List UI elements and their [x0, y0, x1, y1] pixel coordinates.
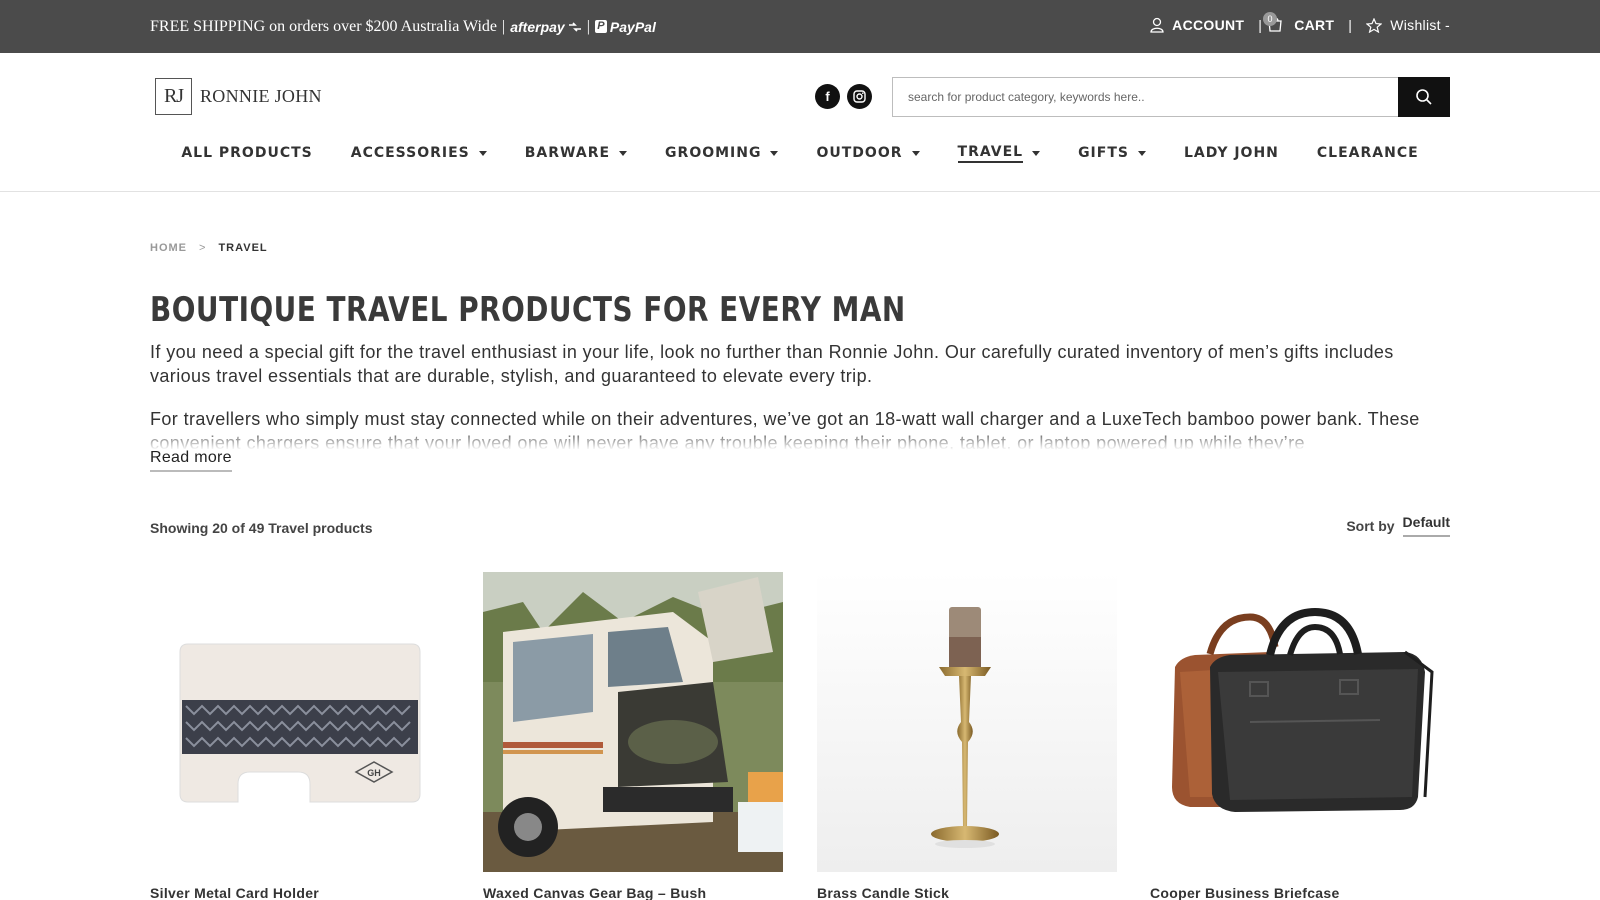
nav-all-products[interactable]: ALL PRODUCTS: [181, 140, 312, 166]
svg-text:GH: GH: [367, 768, 381, 778]
nav-clearance[interactable]: CLEARANCE: [1317, 140, 1419, 166]
announcement-bar: FREE SHIPPING on orders over $200 Austra…: [0, 0, 1600, 53]
site-logo[interactable]: RJ RONNIE JOHN: [155, 78, 322, 115]
caret-down-icon: [1032, 150, 1041, 156]
account-links: ACCOUNT | 0 CART | Wishlist -: [1150, 0, 1450, 50]
shipping-promo: FREE SHIPPING on orders over $200 Austra…: [150, 0, 656, 53]
instagram-glyph: [853, 90, 866, 103]
breadcrumb-home[interactable]: HOME: [150, 242, 187, 254]
product-card[interactable]: GH Silver Metal Card Holder: [150, 572, 450, 900]
product-name[interactable]: Waxed Canvas Gear Bag – Bush: [483, 885, 706, 900]
cart-link[interactable]: 0 CART: [1263, 12, 1335, 34]
nav-barware[interactable]: BARWARE: [524, 140, 628, 166]
candle-stick-image: [817, 572, 1117, 872]
nav-label: ACCESSORIES: [350, 145, 470, 161]
caret-down-icon: [911, 150, 920, 156]
nav-travel[interactable]: TRAVEL: [957, 140, 1041, 166]
nav-label: LADY JOHN: [1183, 145, 1279, 161]
read-more-link[interactable]: Read more: [150, 449, 232, 472]
product-name[interactable]: Silver Metal Card Holder: [150, 885, 319, 900]
nav-gifts[interactable]: GIFTS: [1078, 140, 1146, 166]
product-image[interactable]: [1150, 572, 1450, 872]
sort-control: Sort by Default: [1346, 514, 1450, 537]
card-holder-image: GH: [150, 572, 450, 872]
nav-label: TRAVEL: [957, 144, 1024, 163]
product-name[interactable]: Cooper Business Briefcase: [1150, 885, 1340, 900]
search-bar: [892, 77, 1450, 117]
star-icon: [1366, 17, 1383, 33]
facebook-icon[interactable]: f: [815, 84, 840, 109]
logo-text: RONNIE JOHN: [200, 86, 322, 106]
wishlist-label: Wishlist -: [1390, 17, 1450, 33]
sort-select[interactable]: Default: [1402, 514, 1450, 537]
sort-label: Sort by: [1346, 517, 1395, 534]
briefcase-image: [1150, 572, 1450, 872]
promo-text: FREE SHIPPING on orders over $200 Austra…: [150, 17, 498, 35]
divider: |: [1258, 17, 1263, 33]
caret-down-icon: [619, 150, 628, 156]
paypal-logo: P PayPal: [594, 18, 656, 35]
nav-grooming[interactable]: GROOMING: [665, 140, 779, 166]
header-divider: [0, 191, 1600, 192]
nav-accessories[interactable]: ACCESSORIES: [351, 140, 487, 166]
afterpay-logo: afterpay: [510, 19, 581, 35]
account-label: ACCOUNT: [1172, 17, 1245, 33]
product-card[interactable]: Waxed Canvas Gear Bag – Bush: [483, 572, 783, 900]
product-image[interactable]: [817, 572, 1117, 872]
caret-down-icon: [770, 150, 779, 156]
afterpay-label: afterpay: [510, 18, 565, 35]
product-card[interactable]: Cooper Business Briefcase: [1150, 572, 1450, 900]
nav-label: GROOMING: [665, 145, 762, 161]
logo-mark: RJ: [155, 78, 192, 115]
promo-separator-2: |: [586, 17, 590, 35]
main-nav: ALL PRODUCTS ACCESSORIES BARWARE GROOMIN…: [0, 140, 1600, 166]
nav-label: CLEARANCE: [1316, 145, 1419, 161]
nav-label: ALL PRODUCTS: [181, 145, 313, 161]
search-input[interactable]: [892, 77, 1398, 117]
results-count: Showing 20 of 49 Travel products: [150, 520, 373, 536]
cart-icon-wrap: 0: [1263, 12, 1286, 34]
search-icon: [1416, 89, 1432, 105]
description-fade: [150, 430, 1450, 450]
product-image[interactable]: [483, 572, 783, 872]
caret-down-icon: [478, 150, 487, 156]
nav-label: BARWARE: [524, 145, 611, 161]
breadcrumb-separator: >: [199, 242, 207, 254]
paypal-label: PayPal: [609, 18, 656, 35]
nav-label: GIFTS: [1078, 145, 1129, 161]
caret-down-icon: [1137, 150, 1146, 156]
page-title: BOUTIQUE TRAVEL PRODUCTS FOR EVERY MAN: [150, 290, 906, 330]
description-paragraph: If you need a special gift for the trave…: [150, 342, 1394, 386]
nav-outdoor[interactable]: OUTDOOR: [816, 140, 920, 166]
gear-bag-image: [483, 572, 783, 872]
promo-separator: |: [502, 17, 506, 35]
nav-label: OUTDOOR: [816, 145, 903, 161]
instagram-icon[interactable]: [847, 84, 872, 109]
breadcrumb-current: TRAVEL: [218, 242, 268, 254]
product-name[interactable]: Brass Candle Stick: [817, 885, 949, 900]
account-link[interactable]: ACCOUNT: [1150, 17, 1244, 33]
product-card[interactable]: Brass Candle Stick: [817, 572, 1117, 900]
paypal-icon: P: [594, 20, 607, 33]
wishlist-link[interactable]: Wishlist -: [1366, 17, 1450, 33]
user-icon: [1150, 17, 1164, 33]
divider: |: [1348, 17, 1353, 33]
breadcrumb: HOME > TRAVEL: [150, 242, 268, 254]
search-button[interactable]: [1398, 77, 1450, 117]
product-image[interactable]: GH: [150, 572, 450, 872]
afterpay-arrows-icon: [568, 21, 581, 32]
nav-lady-john[interactable]: LADY JOHN: [1184, 140, 1279, 166]
cart-label: CART: [1294, 17, 1335, 33]
